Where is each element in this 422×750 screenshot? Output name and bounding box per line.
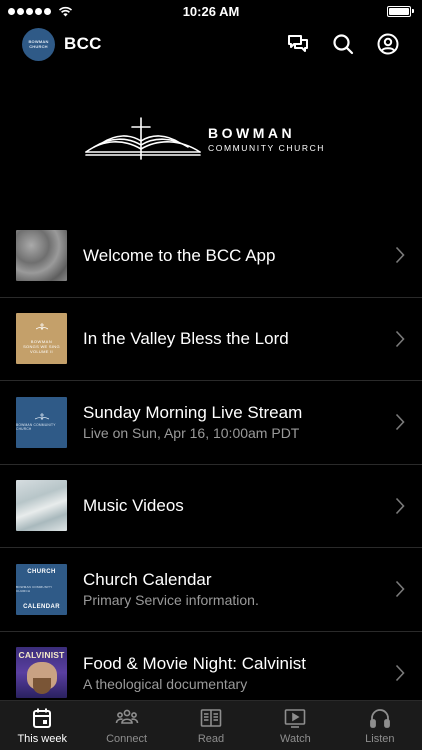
list-item[interactable]: Music Videos (0, 465, 422, 548)
thumb-line-3: BOWMAN COMMUNITY CHURCH (16, 585, 53, 594)
thumb-line-3: VOLUME II (30, 349, 53, 355)
chevron-right-icon (395, 581, 405, 598)
bible-cross-icon (35, 323, 48, 331)
album-thumbnail: BOWMAN SONGS WE SING VOLUME II (16, 313, 67, 365)
list-item[interactable]: Welcome to the BCC App (0, 214, 422, 298)
tab-label: Connect (106, 733, 148, 745)
people-icon (115, 709, 138, 724)
avatar-text: BOWMAN CHURCH (28, 39, 49, 49)
thumb-line-1: BOWMAN COMMUNITY CHURCH (16, 423, 56, 432)
tab-label: Watch (280, 733, 311, 745)
chevron-right-icon (395, 497, 405, 514)
list-item[interactable]: BOWMAN COMMUNITY CHURCH Sunday Morning L… (0, 381, 422, 465)
logo-line-1: BOWMAN (208, 124, 296, 141)
thumb-line-1: CHURCH (27, 568, 56, 575)
search-icon (332, 34, 353, 55)
calendar-icon (33, 708, 52, 728)
search-button[interactable] (320, 22, 365, 66)
app-header: BOWMAN CHURCH BCC (0, 22, 422, 66)
tab-label: This week (17, 733, 67, 745)
list-item[interactable]: CHURCH BOWMAN COMMUNITY CHURCH CALENDAR … (0, 548, 422, 632)
book-icon (200, 709, 222, 727)
messages-button[interactable] (275, 22, 320, 66)
profile-icon (377, 33, 398, 55)
bible-cross-icon (34, 413, 49, 421)
feed-list: Welcome to the BCC App BOWMAN SONGS WE S… (0, 214, 422, 715)
thumb-line-1: CALVINIST (18, 650, 65, 661)
wifi-icon (58, 6, 73, 16)
church-avatar[interactable]: BOWMAN CHURCH (22, 27, 55, 61)
header-actions (275, 22, 410, 66)
item-subtitle: Primary Service information. (83, 592, 259, 609)
chevron-right-icon (395, 247, 405, 264)
profile-button[interactable] (365, 22, 410, 66)
battery-icon (387, 5, 414, 17)
item-title: Music Videos (83, 496, 184, 516)
tab-read[interactable]: Read (169, 701, 253, 750)
tab-label: Listen (365, 733, 395, 745)
church-logo: BOWMAN COMMUNITY CHURCH (84, 114, 344, 164)
live-stream-thumbnail: BOWMAN COMMUNITY CHURCH (16, 396, 67, 448)
video-icon (285, 709, 306, 728)
tab-this-week[interactable]: This week (0, 701, 84, 750)
status-bar: 10:26 AM (0, 0, 422, 22)
calendar-thumbnail: CHURCH BOWMAN COMMUNITY CHURCH CALENDAR (16, 563, 67, 615)
headphones-icon (369, 709, 390, 728)
music-videos-thumbnail (16, 480, 67, 532)
tab-listen[interactable]: Listen (338, 701, 422, 750)
chat-bubbles-icon (287, 35, 308, 52)
open-bible-cross-icon (85, 117, 201, 160)
cellular-signal-icon (8, 6, 73, 17)
item-subtitle: Live on Sun, Apr 16, 10:00am PDT (83, 425, 300, 442)
chevron-right-icon (395, 414, 405, 431)
chevron-right-icon (395, 664, 405, 681)
item-title: Church Calendar (83, 570, 212, 590)
chevron-right-icon (395, 330, 405, 347)
tab-bar: This week Connect Read Watch Listen (0, 700, 422, 750)
tab-connect[interactable]: Connect (84, 701, 168, 750)
item-subtitle: A theological documentary (83, 675, 248, 692)
item-title: Welcome to the BCC App (83, 245, 276, 265)
item-title: Food & Movie Night: Calvinist (83, 653, 306, 673)
logo-wordmark: BOWMAN COMMUNITY CHURCH (208, 125, 325, 154)
tab-label: Read (197, 733, 225, 745)
tab-watch[interactable]: Watch (253, 701, 337, 750)
stone-thumbnail (16, 229, 67, 281)
movie-poster-thumbnail: CALVINIST (16, 647, 67, 699)
app-title: BCC (64, 34, 102, 53)
list-item[interactable]: BOWMAN SONGS WE SING VOLUME II In the Va… (0, 298, 422, 381)
portrait-illustration (26, 662, 57, 695)
logo-line-2: COMMUNITY CHURCH (208, 142, 326, 153)
item-title: In the Valley Bless the Lord (83, 329, 289, 349)
item-title: Sunday Morning Live Stream (83, 403, 303, 423)
thumb-line-2: CALENDAR (23, 603, 60, 610)
